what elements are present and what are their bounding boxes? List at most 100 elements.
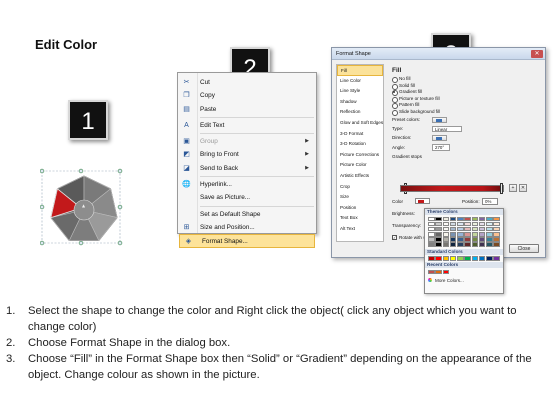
menu-item-format-shape[interactable]: ◈ Format Shape...: [179, 234, 315, 248]
nav-item-size[interactable]: Size: [337, 192, 383, 203]
nav-item-crop[interactable]: Crop: [337, 182, 383, 193]
color-swatch[interactable]: [471, 216, 479, 222]
nav-item-position[interactable]: Position: [337, 203, 383, 214]
color-dropdown[interactable]: [415, 198, 430, 204]
nav-item-3-d-format[interactable]: 3-D Format: [337, 129, 383, 140]
color-swatch[interactable]: [493, 216, 500, 222]
color-swatch[interactable]: [449, 226, 457, 232]
color-swatch[interactable]: [449, 256, 457, 261]
close-icon[interactable]: ✕: [531, 50, 543, 58]
color-swatch[interactable]: [478, 232, 486, 237]
menu-item-group[interactable]: ▣ Group ▶: [178, 135, 316, 148]
position-input[interactable]: 0%: [482, 198, 498, 205]
color-swatch[interactable]: [478, 237, 486, 242]
type-select[interactable]: Linear: [432, 125, 462, 133]
color-swatch[interactable]: [435, 269, 442, 275]
color-swatch[interactable]: [457, 242, 464, 248]
remove-stop-icon[interactable]: ✕: [519, 184, 527, 192]
color-swatch[interactable]: [442, 226, 450, 232]
color-swatch[interactable]: [442, 242, 450, 248]
color-swatch[interactable]: [435, 242, 442, 248]
color-swatch[interactable]: [435, 237, 442, 242]
color-swatch[interactable]: [464, 221, 471, 227]
color-swatch[interactable]: [493, 226, 500, 232]
nav-item-3-d-rotation[interactable]: 3-D Rotation: [337, 139, 383, 150]
color-swatch[interactable]: [464, 226, 471, 232]
more-colors-button[interactable]: More Colors...: [425, 277, 503, 284]
color-swatch[interactable]: [442, 237, 450, 242]
color-swatch[interactable]: [471, 256, 479, 261]
color-swatch[interactable]: [478, 242, 486, 248]
color-swatch[interactable]: [493, 221, 500, 227]
color-swatch[interactable]: [442, 216, 450, 222]
color-swatch[interactable]: [478, 226, 486, 232]
color-swatch[interactable]: [464, 242, 471, 248]
color-swatch[interactable]: [449, 232, 457, 237]
color-swatch[interactable]: [471, 242, 479, 248]
color-swatch[interactable]: [428, 216, 435, 222]
color-swatch[interactable]: [486, 256, 493, 261]
color-swatch[interactable]: [449, 221, 457, 227]
nav-item-reflection[interactable]: Reflection: [337, 107, 383, 118]
color-swatch[interactable]: [464, 256, 471, 261]
color-swatch[interactable]: [493, 256, 500, 261]
color-swatch[interactable]: [471, 237, 479, 242]
color-swatch[interactable]: [428, 221, 435, 227]
color-swatch[interactable]: [457, 256, 464, 261]
color-swatch[interactable]: [457, 221, 464, 227]
color-swatch[interactable]: [457, 237, 464, 242]
heptagon-shape[interactable]: ▲: [39, 168, 135, 248]
color-swatch[interactable]: [449, 216, 457, 222]
color-swatch[interactable]: [435, 232, 442, 237]
nav-item-fill[interactable]: Fill: [337, 65, 383, 76]
color-swatch[interactable]: [464, 232, 471, 237]
color-swatch[interactable]: [478, 221, 486, 227]
color-swatch[interactable]: [457, 232, 464, 237]
color-swatch[interactable]: [442, 221, 450, 227]
color-swatch[interactable]: [493, 237, 500, 242]
menu-item-size-and-position[interactable]: ⊞ Size and Position...: [178, 221, 316, 234]
color-swatch[interactable]: [435, 221, 442, 227]
gradient-stop-handle[interactable]: [500, 183, 503, 194]
color-swatch[interactable]: [435, 216, 442, 222]
color-swatch[interactable]: [457, 226, 464, 232]
color-swatch[interactable]: [478, 216, 486, 222]
nav-item-line-color[interactable]: Line Color: [337, 76, 383, 87]
direction-dropdown[interactable]: [432, 134, 447, 142]
color-swatch[interactable]: [428, 237, 435, 242]
nav-item-picture-corrections[interactable]: Picture Corrections: [337, 150, 383, 161]
angle-input[interactable]: 270°: [432, 144, 450, 151]
nav-item-glow-and-soft-edges[interactable]: Glow and Soft Edges: [337, 118, 383, 129]
color-swatch[interactable]: [493, 232, 500, 237]
menu-item-copy[interactable]: ❐ Copy: [178, 89, 316, 102]
nav-item-text-box[interactable]: Text Box: [337, 213, 383, 224]
color-swatch[interactable]: [486, 216, 493, 222]
preset-colors-dropdown[interactable]: [432, 116, 447, 123]
nav-item-picture-color[interactable]: Picture Color: [337, 160, 383, 171]
color-swatch[interactable]: [457, 216, 464, 222]
menu-item-edit-text[interactable]: A Edit Text: [178, 119, 316, 132]
color-swatch[interactable]: [486, 242, 493, 248]
color-swatch[interactable]: [435, 226, 442, 232]
nav-item-artistic-effects[interactable]: Artistic Effects: [337, 171, 383, 182]
color-swatch[interactable]: [471, 232, 479, 237]
color-swatch[interactable]: [486, 226, 493, 232]
color-swatch[interactable]: [486, 221, 493, 227]
nav-item-shadow[interactable]: Shadow: [337, 97, 383, 108]
color-swatch[interactable]: [464, 237, 471, 242]
menu-item-paste[interactable]: ▤ Paste: [178, 103, 316, 116]
color-swatch[interactable]: [486, 237, 493, 242]
menu-item-send-to-back[interactable]: ◪ Send to Back ▶: [178, 162, 316, 175]
color-swatch[interactable]: [449, 242, 457, 248]
color-swatch[interactable]: [442, 269, 450, 275]
color-swatch[interactable]: [449, 237, 457, 242]
close-button[interactable]: Close: [509, 244, 539, 253]
color-swatch[interactable]: [471, 226, 479, 232]
menu-item-bring-to-front[interactable]: ◩ Bring to Front ▶: [178, 148, 316, 161]
menu-item-save-as-picture[interactable]: Save as Picture...: [178, 191, 316, 204]
gradient-bar[interactable]: [400, 185, 504, 192]
menu-item-hyperlink[interactable]: 🌐 Hyperlink...: [178, 178, 316, 191]
add-stop-icon[interactable]: +: [509, 184, 517, 192]
nav-item-line-style[interactable]: Line Style: [337, 86, 383, 97]
color-swatch[interactable]: [428, 232, 435, 237]
